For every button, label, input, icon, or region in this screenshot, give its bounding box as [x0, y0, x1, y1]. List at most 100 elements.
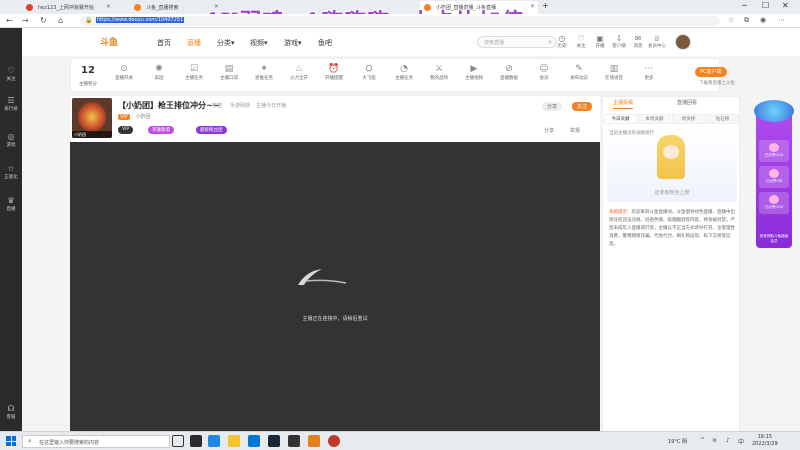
edge-icon[interactable] — [208, 435, 220, 447]
nav-fishbar[interactable]: 鱼吧 — [318, 38, 332, 48]
room-tag[interactable]: 手游网游 — [230, 102, 250, 109]
tool-item[interactable]: ⚔ 我的战场 — [426, 63, 452, 81]
nav-video[interactable]: 视频▾ — [250, 38, 268, 48]
tool-item[interactable]: ✎ 发布动态 — [566, 63, 592, 81]
user-avatar[interactable] — [675, 34, 691, 50]
badge-fans[interactable]: 超级粉丝团 — [196, 126, 227, 134]
follow-button[interactable]: 关注 — [572, 102, 593, 111]
badge-game[interactable]: 英雄联盟 — [148, 126, 174, 134]
tab-label: hez123_上网冲浪暴开始 — [38, 5, 94, 11]
search-input[interactable]: 搜索直播 ⌕ — [477, 36, 557, 48]
site-logo[interactable]: 斗鱼 — [100, 35, 118, 48]
promo-banner[interactable]: 已点赞0/10 已点赞0/8 已点赞0/15 快来领取斗鱼超级会员 — [754, 100, 794, 248]
sidebar-item-service[interactable]: ☊ 客服 — [0, 404, 22, 420]
tool-item[interactable]: ☺ 会员 — [531, 63, 557, 81]
chevron-up-icon[interactable]: ^ — [700, 437, 705, 444]
promo-item[interactable]: 已点赞0/10 — [759, 140, 789, 162]
room-category[interactable]: 穿越 — [212, 102, 222, 109]
tool-item[interactable]: ⏰ 开播提醒 — [321, 63, 347, 81]
nav-category[interactable]: 分类▾ — [217, 38, 235, 48]
app-icon[interactable] — [308, 435, 320, 447]
report-link[interactable]: 举报 — [570, 127, 580, 134]
tab-diamond[interactable]: 钻石榜 — [706, 114, 739, 124]
tool-item[interactable]: ✺ 美团 — [146, 63, 172, 81]
share-button[interactable]: 分享 — [542, 102, 563, 111]
maximize-icon[interactable]: ☐ — [762, 1, 769, 10]
tool-item[interactable]: ◔ 主播任务 — [391, 63, 417, 81]
tool-item[interactable]: ✦ 星推任务 — [251, 63, 277, 81]
sidebar-item-live[interactable]: ♛ 直播 — [0, 196, 22, 212]
extensions-icon[interactable]: ⧉ — [744, 16, 749, 25]
close-tab-icon[interactable]: ✕ — [530, 3, 535, 10]
promo-item[interactable]: 已点赞0/8 — [759, 166, 789, 188]
tool-item[interactable]: ♨ 火力全开 — [286, 63, 312, 81]
store-icon[interactable] — [248, 435, 260, 447]
tool-item[interactable]: ▶ 主播视频 — [461, 63, 487, 81]
tool-item[interactable]: ⛭ 大飞船 — [356, 63, 382, 81]
ime-icon[interactable]: 中 — [738, 437, 744, 446]
url-field[interactable]: 🔒 https://www.douyu.com/10407251 — [80, 16, 720, 26]
nav-live[interactable]: 直播 — [187, 38, 201, 48]
close-window-icon[interactable]: ✕ — [782, 1, 789, 10]
volume-icon[interactable]: ♪ — [726, 437, 730, 444]
follow-button[interactable]: ♡ 关注 — [572, 34, 590, 49]
tool-item[interactable]: ⊙ 直播开关 — [111, 63, 137, 81]
tool-item[interactable]: ☑ 主播任务 — [181, 63, 207, 81]
chat-area[interactable] — [603, 257, 739, 432]
star-icon: ☆ — [7, 164, 15, 173]
back-icon[interactable]: ← — [6, 16, 13, 25]
url-text[interactable]: https://www.douyu.com/10407251 — [96, 17, 185, 23]
windows-start-icon[interactable] — [6, 436, 16, 446]
forward-icon[interactable]: → — [22, 16, 29, 25]
star-icon[interactable]: ☆ — [728, 16, 734, 24]
clock[interactable]: 18:15 2022/3/29 — [752, 434, 778, 448]
sidebar-item-follow[interactable]: ♡ 关注 — [0, 66, 22, 82]
broadcast-button[interactable]: ▣ 开播 — [591, 34, 609, 49]
share-link[interactable]: 分享 — [544, 127, 554, 134]
stream-info: 小奶团 【小奶团】枪王排位冲分~~ 穿越 手游网游 主播今日开播 VIP 小奶团… — [70, 96, 600, 142]
folder-icon[interactable] — [228, 435, 240, 447]
nav-game[interactable]: 游戏▾ — [284, 38, 302, 48]
message-button[interactable]: ✉ 消息 — [629, 34, 647, 49]
profile-icon[interactable]: ◉ — [760, 16, 766, 24]
weather-text[interactable]: 19°C 阴 — [668, 438, 687, 445]
client-button[interactable]: ⇩ 客户端 — [610, 34, 628, 49]
steam-icon[interactable] — [268, 435, 280, 447]
wifi-icon[interactable]: ≋ — [712, 437, 717, 444]
tab-anchor-posts[interactable]: 主播投稿 — [613, 99, 634, 109]
app-icon[interactable] — [288, 435, 300, 447]
tool-item[interactable]: ⋯ 更多 — [636, 63, 662, 81]
tab-week[interactable]: 本周贡献 — [638, 114, 671, 124]
tool-item[interactable]: ▥ 在线语音 — [601, 63, 627, 81]
anchor-name[interactable]: 小奶团 — [136, 114, 151, 120]
home-icon[interactable]: ⌂ — [58, 16, 63, 25]
promo-item[interactable]: 已点赞0/15 — [759, 192, 789, 214]
vip-badge[interactable]: VIP — [118, 126, 134, 134]
video-player[interactable]: 主播正在连接中，请稍后重试 — [70, 142, 600, 432]
tab-replay[interactable]: 直播回看 — [677, 99, 697, 109]
tool-item[interactable]: ▤ 主播口袋 — [216, 63, 242, 81]
pc-client-button[interactable]: PC客户端 — [695, 67, 727, 77]
menu-icon[interactable]: ⋯ — [778, 16, 785, 24]
tab-weekly-rank[interactable]: 周贡榜 — [672, 114, 705, 124]
close-tab-icon[interactable]: ✕ — [106, 3, 111, 10]
app-icon[interactable] — [190, 435, 202, 447]
vip-button[interactable]: ♕ 会员中心 — [648, 34, 666, 49]
search-icon[interactable]: ⌕ — [548, 38, 552, 47]
app-icon[interactable] — [328, 435, 340, 447]
task-view-icon[interactable] — [172, 435, 184, 447]
site-header: 斗鱼 首页 直播 分类▾ 视频▾ 游戏▾ 鱼吧 搜索直播 ⌕ ◷ 历史 ♡ 关注 ▣… — [22, 28, 800, 56]
reload-icon[interactable]: ↻ — [40, 16, 47, 25]
taskbar-search[interactable]: ⌕ 在这里输入你要搜索的内容 — [22, 435, 170, 448]
stream-avatar[interactable]: 小奶团 — [72, 98, 112, 138]
sidebar-item-game[interactable]: ◎ 游戏 — [0, 132, 22, 148]
sidebar-item-rank[interactable]: ☰ 排行榜 — [0, 96, 22, 112]
history-button[interactable]: ◷ 历史 — [553, 34, 571, 49]
sidebar-item-official[interactable]: ☆ 正版化 — [0, 164, 22, 180]
minimize-icon[interactable]: ─ — [742, 1, 747, 10]
browser-tab[interactable]: hez123_上网冲浪暴开始 ✕ — [22, 1, 114, 14]
tab-today[interactable]: 今日贡献 — [604, 114, 637, 124]
tool-item[interactable]: ⊘ 直播数据 — [496, 63, 522, 81]
new-tab-icon[interactable]: + — [542, 1, 549, 10]
nav-home[interactable]: 首页 — [157, 38, 171, 48]
